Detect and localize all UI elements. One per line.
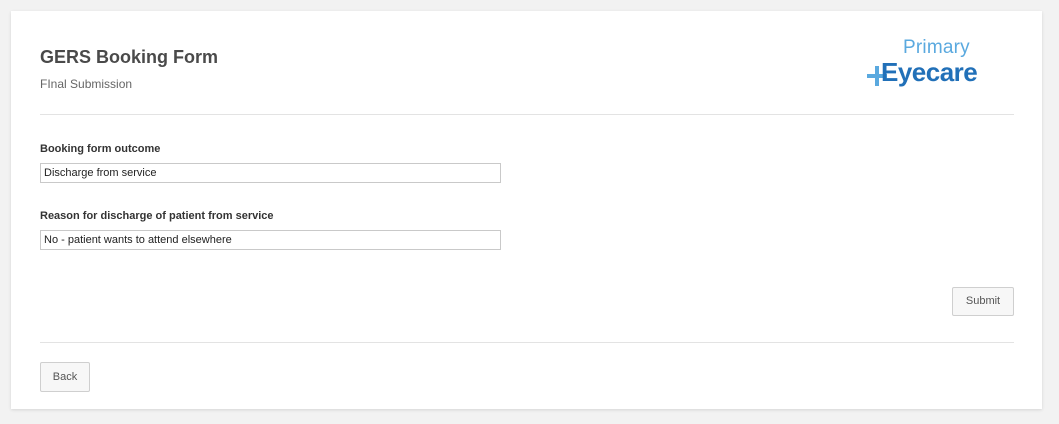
form-card: GERS Booking Form FInal Submission Prima… <box>11 11 1042 409</box>
page-subtitle: FInal Submission <box>40 77 133 91</box>
submit-button[interactable]: Submit <box>952 287 1014 316</box>
logo-eyecare-text: Eyecare <box>881 57 978 87</box>
page-title: GERS Booking Form <box>40 47 219 67</box>
outcome-label: Booking form outcome <box>40 143 161 155</box>
reason-field[interactable]: No - patient wants to attend elsewhere <box>40 230 501 250</box>
outcome-field[interactable]: Discharge from service <box>40 163 501 183</box>
header-divider <box>40 114 1014 115</box>
back-button[interactable]: Back <box>40 362 90 392</box>
footer-divider <box>40 342 1014 343</box>
reason-label: Reason for discharge of patient from ser… <box>40 210 274 222</box>
logo-primary-text: Primary <box>903 37 970 58</box>
primary-eyecare-logo: Primary Eyecare <box>867 37 1017 93</box>
